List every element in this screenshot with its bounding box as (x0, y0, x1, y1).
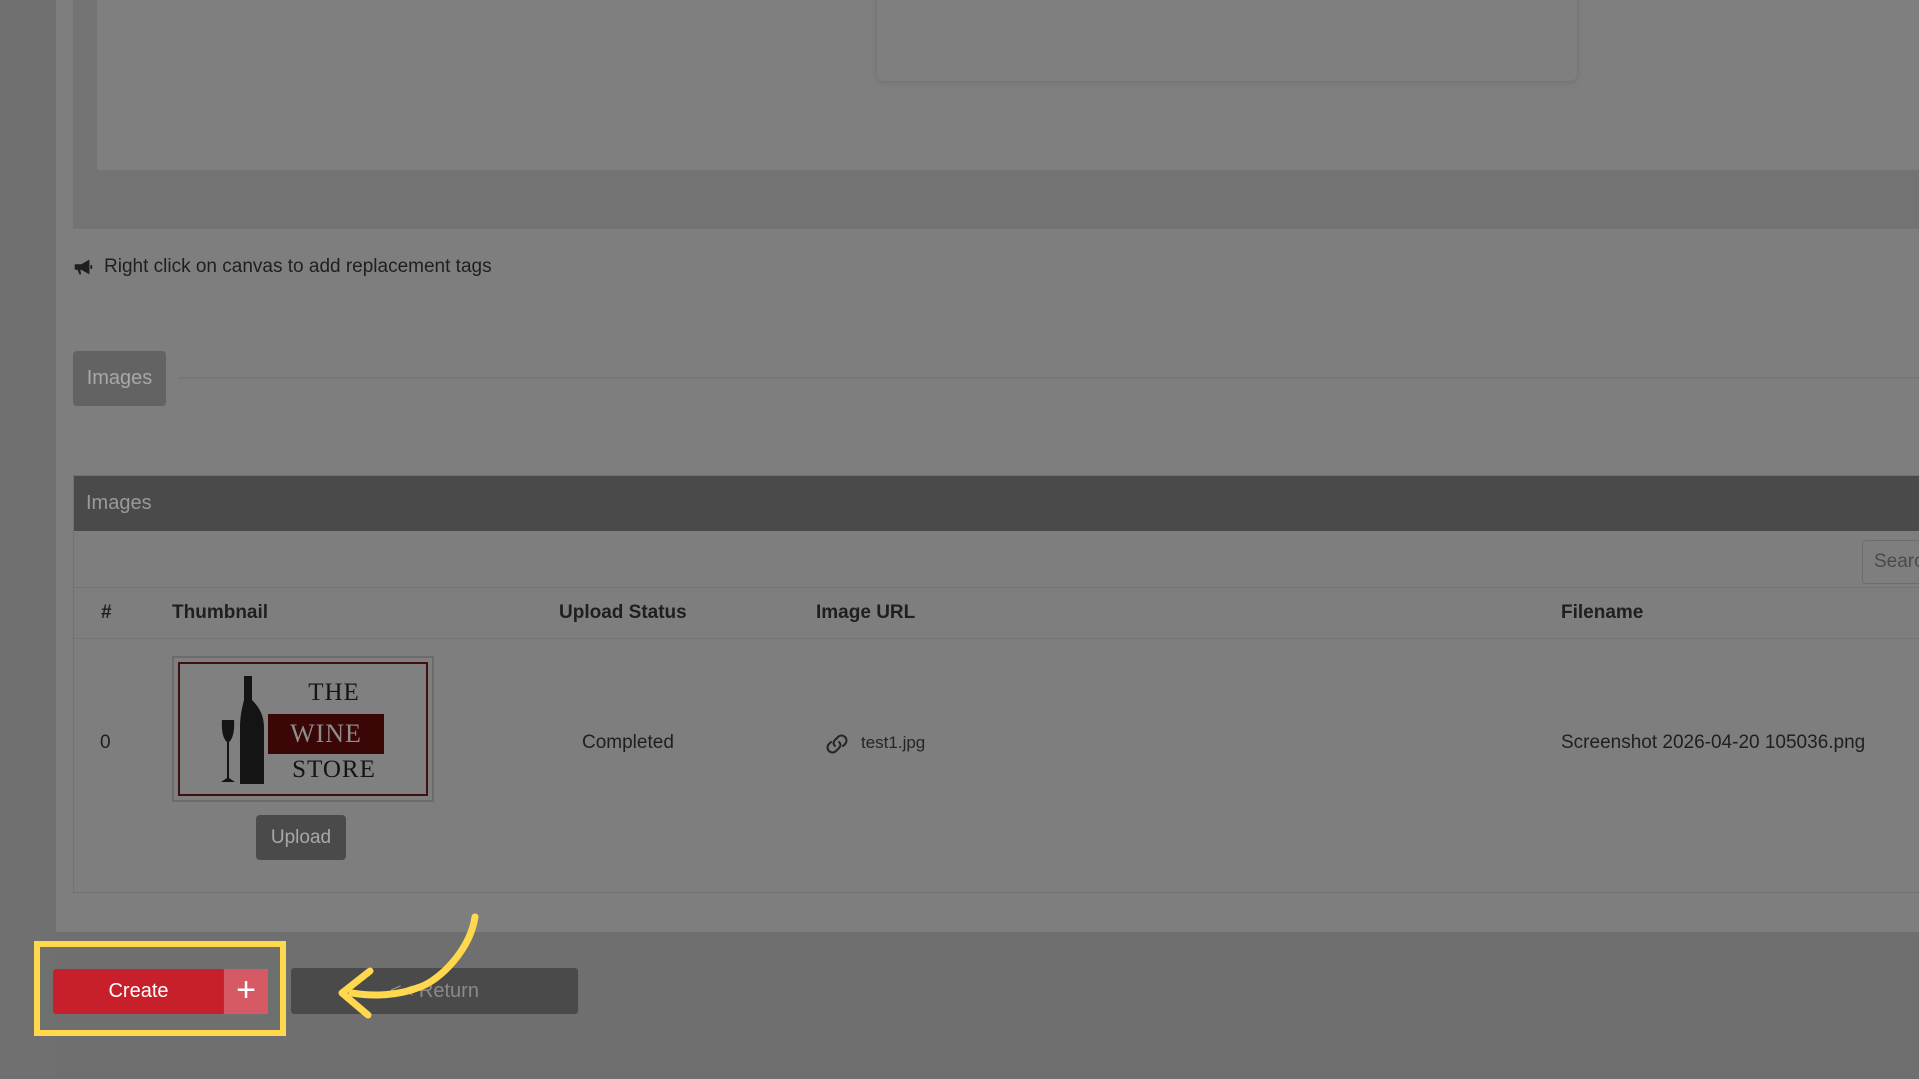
return-button[interactable]: << Return (291, 968, 578, 1014)
hint-text: Right click on canvas to add replacement… (104, 256, 492, 277)
logo-text-the: THE (308, 679, 360, 706)
image-url-link[interactable]: test1.jpg (861, 733, 925, 753)
plus-icon: + (223, 969, 268, 1014)
wine-store-logo: THE WINE STORE (178, 662, 428, 796)
canvas-inner-box (876, 0, 1578, 82)
logo-text-store: STORE (292, 756, 376, 783)
images-panel: Images # Thumbnail Upload Status Image U… (73, 475, 1919, 893)
sidebar-strip (0, 0, 56, 1079)
section-divider (178, 377, 1919, 379)
table-toolbar (74, 531, 1919, 588)
search-input[interactable] (1862, 540, 1919, 584)
create-label: Create (108, 980, 169, 1002)
column-header-filename: Filename (1561, 602, 1644, 623)
upload-status: Completed (582, 732, 674, 753)
column-header-thumbnail: Thumbnail (172, 602, 269, 623)
column-header-upload-status: Upload Status (559, 602, 687, 623)
canvas[interactable] (97, 0, 1919, 170)
filename: Screenshot 2026-04-20 105036.png (1561, 732, 1866, 753)
upload-button[interactable]: Upload (256, 815, 346, 860)
create-button[interactable]: Create + (53, 969, 268, 1014)
column-header-index: # (101, 602, 112, 623)
column-header-image-url: Image URL (816, 602, 916, 623)
thumbnail-image: THE WINE STORE (172, 656, 434, 802)
row-index: 0 (100, 732, 111, 753)
logo-text-wine: WINE (268, 714, 384, 754)
canvas-hint: Right click on canvas to add replacement… (72, 254, 492, 280)
images-panel-header: Images (74, 476, 1919, 531)
megaphone-icon (74, 259, 93, 275)
table-header: # Thumbnail Upload Status Image URL File… (74, 588, 1919, 639)
link-icon[interactable] (825, 732, 849, 756)
table-row: 0 THE WINE STORE Upload Completed test1.… (74, 639, 1919, 889)
images-section-tab[interactable]: Images (73, 351, 166, 406)
